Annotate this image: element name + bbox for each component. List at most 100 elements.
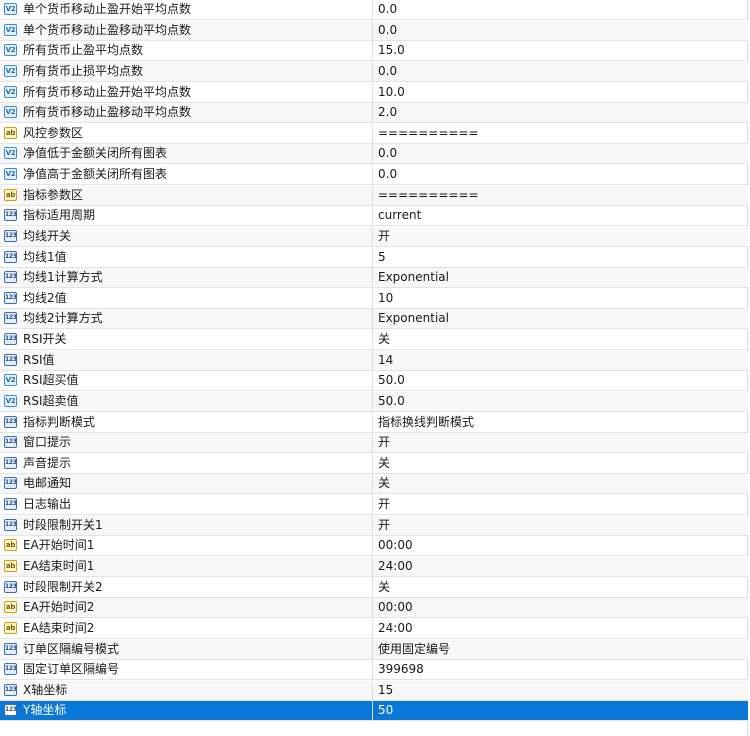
table-row[interactable]: 123 窗口提示 开 [0, 433, 748, 454]
parameter-value-cell[interactable]: 关 [374, 578, 748, 597]
parameter-value-cell[interactable]: 开 [374, 495, 748, 514]
parameter-name-cell[interactable]: 123 时段限制开关2 [0, 577, 373, 597]
parameter-value-cell[interactable]: 0.0 [374, 62, 748, 81]
parameter-name-cell[interactable]: 123 声音提示 [0, 453, 373, 473]
parameter-value[interactable]: 24:00 [378, 619, 413, 638]
parameter-value-cell[interactable]: 15 [374, 681, 748, 700]
parameter-value-cell[interactable]: Exponential [374, 309, 748, 328]
parameter-value[interactable]: 24:00 [378, 557, 413, 576]
parameter-name-cell[interactable]: 123 指标判断模式 [0, 412, 373, 432]
table-row[interactable]: V2 净值低于金额关闭所有图表 0.0 [0, 144, 748, 165]
table-row[interactable]: V2 单个货币移动止盈移动平均点数 0.0 [0, 20, 748, 41]
parameter-value-cell[interactable]: 5 [374, 248, 748, 267]
parameter-name-cell[interactable]: ab 指标参数区 [0, 185, 373, 205]
table-row[interactable]: 123 RSI值 14 [0, 350, 748, 371]
table-row[interactable]: 123 时段限制开关1 开 [0, 515, 748, 536]
parameter-value-cell[interactable]: 14 [374, 351, 748, 370]
parameter-value[interactable]: 关 [378, 474, 390, 493]
table-row[interactable]: 123 均线开关 开 [0, 226, 748, 247]
parameter-value[interactable]: ========== [378, 124, 479, 143]
parameter-value[interactable]: 399698 [378, 660, 424, 679]
parameter-name-cell[interactable]: 123 均线2值 [0, 288, 373, 308]
table-row[interactable]: 123 指标适用周期 current [0, 206, 748, 227]
parameter-name-cell[interactable]: V2 所有货币移动止盈移动平均点数 [0, 103, 373, 123]
parameter-value-cell[interactable]: 2.0 [374, 103, 748, 122]
parameter-value[interactable]: 0.0 [378, 0, 397, 19]
parameter-value-cell[interactable]: ========== [374, 186, 748, 205]
parameter-name-cell[interactable]: V2 单个货币移动止盈开始平均点数 [0, 0, 373, 19]
table-row[interactable]: V2 所有货币移动止盈开始平均点数 10.0 [0, 82, 748, 103]
parameter-name-cell[interactable]: 123 窗口提示 [0, 433, 373, 453]
parameter-name-cell[interactable]: 123 均线1值 [0, 247, 373, 267]
parameter-name-cell[interactable]: 123 均线1计算方式 [0, 268, 373, 288]
parameter-name-cell[interactable]: ab EA开始时间2 [0, 598, 373, 618]
parameter-value-cell[interactable]: 开 [374, 433, 748, 452]
parameter-value-cell[interactable]: 50.0 [374, 371, 748, 390]
parameter-value[interactable]: 15.0 [378, 41, 405, 60]
parameter-value[interactable]: 00:00 [378, 536, 413, 555]
parameter-value-cell[interactable]: Exponential [374, 268, 748, 287]
table-row[interactable]: 123 Y轴坐标 50 [0, 701, 748, 722]
parameter-value[interactable]: 2.0 [378, 103, 397, 122]
parameter-value[interactable]: 关 [378, 330, 390, 349]
parameter-name-cell[interactable]: V2 RSI超买值 [0, 371, 373, 391]
table-row[interactable]: ab 风控参数区 ========== [0, 123, 748, 144]
parameter-value[interactable]: 开 [378, 495, 390, 514]
table-row[interactable]: 123 日志输出 开 [0, 495, 748, 516]
parameter-value-cell[interactable]: 399698 [374, 660, 748, 679]
parameter-value[interactable]: 0.0 [378, 165, 397, 184]
parameter-name-cell[interactable]: ab EA结束时间1 [0, 557, 373, 576]
parameter-value-cell[interactable]: 开 [374, 227, 748, 246]
parameter-value-cell[interactable]: 00:00 [374, 536, 748, 555]
parameter-value[interactable]: current [378, 206, 421, 225]
parameter-value[interactable]: 0.0 [378, 144, 397, 163]
parameter-value[interactable]: 10.0 [378, 83, 405, 102]
parameter-value-cell[interactable]: 0.0 [374, 165, 748, 184]
parameter-value[interactable]: 开 [378, 227, 390, 246]
parameter-name-cell[interactable]: 123 RSI开关 [0, 330, 373, 350]
parameter-name-cell[interactable]: ab EA结束时间2 [0, 618, 373, 638]
table-row[interactable]: ab EA开始时间1 00:00 [0, 536, 748, 557]
parameter-value-cell[interactable]: 50 [374, 701, 748, 720]
parameter-name-cell[interactable]: V2 净值低于金额关闭所有图表 [0, 144, 373, 164]
table-row[interactable]: 123 均线2计算方式 Exponential [0, 309, 748, 330]
parameter-name-cell[interactable]: 123 指标适用周期 [0, 206, 373, 226]
parameter-value-cell[interactable]: 0.0 [374, 144, 748, 163]
parameter-name-cell[interactable]: 123 订单区隔编号模式 [0, 639, 373, 659]
parameter-name-cell[interactable]: 123 电邮通知 [0, 474, 373, 494]
table-row[interactable]: ab EA结束时间1 24:00 [0, 557, 748, 577]
parameter-value-cell[interactable]: 15.0 [374, 41, 748, 60]
parameter-name-cell[interactable]: 123 RSI值 [0, 350, 373, 370]
parameter-value-cell[interactable]: 开 [374, 516, 748, 535]
parameter-value[interactable]: 00:00 [378, 598, 413, 617]
parameter-value[interactable]: Exponential [378, 309, 449, 328]
parameter-value-cell[interactable]: current [374, 206, 748, 225]
parameter-value-cell[interactable]: 10 [374, 289, 748, 308]
parameter-value-cell[interactable]: 指标换线判断模式 [374, 413, 748, 432]
table-row[interactable]: V2 所有货币止损平均点数 0.0 [0, 61, 748, 82]
table-row[interactable]: 123 时段限制开关2 关 [0, 577, 748, 598]
table-row[interactable]: 123 均线2值 10 [0, 288, 748, 309]
parameter-value-cell[interactable]: 使用固定编号 [374, 640, 748, 659]
parameter-value-cell[interactable]: 00:00 [374, 598, 748, 617]
parameter-value[interactable]: 50 [378, 701, 393, 720]
parameter-value[interactable]: 0.0 [378, 62, 397, 81]
table-row[interactable]: V2 净值高于金额关闭所有图表 0.0 [0, 165, 748, 186]
parameter-name-cell[interactable]: 123 Y轴坐标 [0, 701, 373, 721]
parameter-value[interactable]: 指标换线判断模式 [378, 413, 474, 432]
parameter-value[interactable]: 开 [378, 433, 390, 452]
parameter-name-cell[interactable]: V2 所有货币止损平均点数 [0, 61, 373, 81]
table-row[interactable]: 123 订单区隔编号模式 使用固定编号 [0, 639, 748, 660]
parameter-name-cell[interactable]: 123 时段限制开关1 [0, 515, 373, 535]
table-row[interactable]: V2 RSI超买值 50.0 [0, 371, 748, 392]
table-row[interactable]: ab 指标参数区 ========== [0, 185, 748, 206]
parameter-value[interactable]: 15 [378, 681, 393, 700]
parameter-name-cell[interactable]: ab EA开始时间1 [0, 536, 373, 556]
parameter-name-cell[interactable]: V2 RSI超卖值 [0, 391, 373, 411]
table-row[interactable]: V2 单个货币移动止盈开始平均点数 0.0 [0, 0, 748, 20]
parameter-value[interactable]: 开 [378, 516, 390, 535]
parameter-value-cell[interactable]: 关 [374, 454, 748, 473]
parameter-name-cell[interactable]: 123 固定订单区隔编号 [0, 660, 373, 680]
parameter-value-cell[interactable]: 24:00 [374, 619, 748, 638]
parameter-value-cell[interactable]: 关 [374, 330, 748, 349]
